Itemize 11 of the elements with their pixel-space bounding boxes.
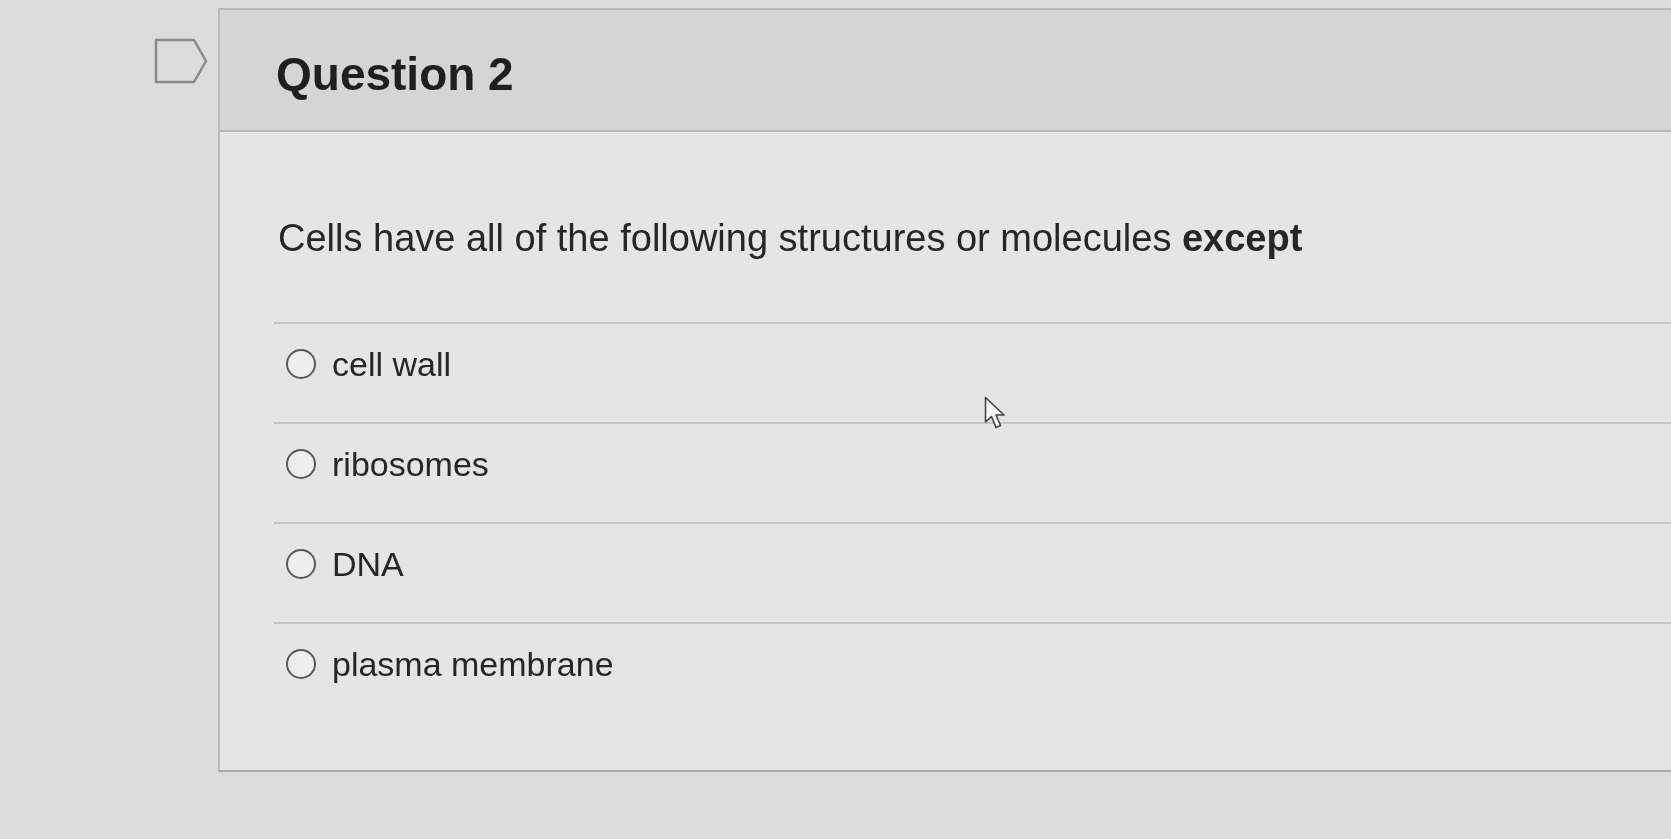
answer-option[interactable]: cell wall — [274, 322, 1671, 422]
answer-option[interactable]: plasma membrane — [274, 622, 1671, 722]
answer-option[interactable]: DNA — [274, 522, 1671, 622]
radio-button[interactable] — [286, 449, 316, 479]
radio-button[interactable] — [286, 349, 316, 379]
answer-option[interactable]: ribosomes — [274, 422, 1671, 522]
mouse-pointer-icon — [984, 396, 1006, 430]
question-text: Cells have all of the following structures or molecules except — [278, 216, 1304, 261]
question-title: Question 2 — [276, 47, 514, 101]
radio-button[interactable] — [286, 549, 316, 579]
radio-button[interactable] — [286, 649, 316, 679]
